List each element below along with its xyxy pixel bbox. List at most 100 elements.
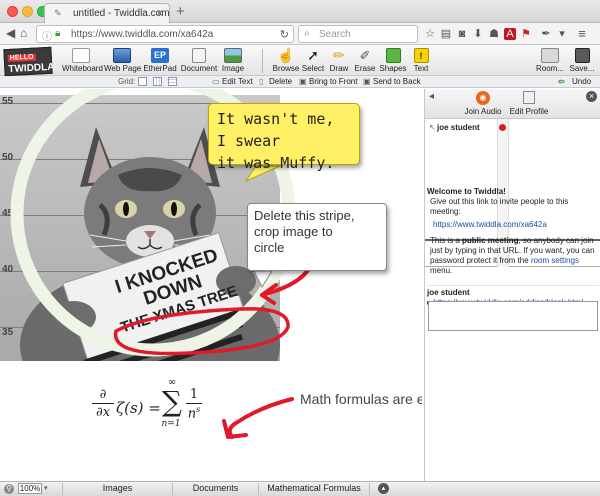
bring-to-front-icon: ▣	[299, 77, 307, 86]
participant-name[interactable]: joe student	[437, 123, 480, 132]
webpage-button[interactable]: Web Page	[104, 48, 141, 75]
grid-label: Grid:	[118, 77, 136, 86]
tab-images[interactable]: Images	[62, 483, 172, 495]
callout1-line: it was Muffy.	[217, 154, 335, 172]
browser-nav-bar: ◀ ⌂ ⓘ 🔒︎ https://www.twiddla.com/xa642a …	[0, 23, 600, 45]
home-icon[interactable]: ⌂	[20, 26, 27, 40]
download-icon[interactable]: ⬇	[472, 28, 484, 40]
tab-math-formulas[interactable]: Mathematical Formulas	[258, 483, 370, 495]
grid-option-lines[interactable]	[153, 77, 162, 86]
zoom-icon[interactable]: ⚲	[4, 484, 14, 494]
undo-button[interactable]: Undo	[572, 77, 591, 86]
addon-icon[interactable]: ⚑	[520, 28, 532, 40]
speech-bubble-white[interactable]: Delete this stripe, crop image to circle	[247, 203, 387, 271]
close-window-button[interactable]	[7, 6, 18, 17]
callout1-line: It wasn't me, I swear	[217, 110, 335, 150]
bring-to-front-button[interactable]: Bring to Front	[309, 77, 357, 86]
text-button[interactable]: ! Text	[408, 48, 434, 75]
logo-hello: HELLO	[7, 53, 36, 63]
callout2-line: circle	[254, 240, 285, 255]
erase-button[interactable]: ✐ Erase	[352, 48, 378, 75]
close-panel-icon[interactable]: ×	[586, 91, 597, 102]
shapes-button[interactable]: Shapes	[378, 48, 408, 75]
zoom-dropdown-icon[interactable]: ▾	[44, 484, 48, 492]
new-tab-button[interactable]: +	[176, 3, 185, 20]
room-settings-link[interactable]: room settings	[531, 256, 579, 265]
whiteboard-icon	[72, 48, 90, 63]
send-to-back-button[interactable]: Send to Back	[373, 77, 421, 86]
webpage-icon	[113, 48, 131, 63]
etherpad-label: EtherPad	[143, 64, 177, 73]
document-icon	[192, 48, 206, 63]
chat-log: Welcome to Twiddla! Give out this link t…	[425, 185, 600, 307]
expand-bottom-panel-icon[interactable]: ▴	[378, 483, 389, 494]
star-icon[interactable]: ☆	[424, 28, 436, 40]
callout2-line: crop image to	[254, 224, 333, 239]
room-button[interactable]: Room...	[534, 48, 566, 75]
callout2-line: Delete this stripe,	[254, 208, 355, 223]
public-meeting-text: This is a public meeting, so anybody can…	[430, 236, 595, 275]
etherpad-icon: EP	[151, 48, 169, 63]
lock-icon: 🔒︎	[55, 28, 61, 39]
text-icon: !	[413, 48, 429, 63]
audio-icon: ◉	[476, 91, 490, 105]
toolbar-divider	[262, 49, 263, 73]
browser-tab[interactable]: ✎ untitled - Twiddla.com ×	[44, 3, 170, 23]
tab-documents[interactable]: Documents	[172, 483, 258, 495]
reload-icon[interactable]: ↻	[280, 28, 289, 41]
edit-profile-label: Edit Profile	[509, 107, 549, 116]
browse-button[interactable]: ☝ Browse	[270, 48, 302, 75]
save-button[interactable]: Save...	[566, 48, 598, 75]
whiteboard-canvas[interactable]: 55 50 45 40 35 I KNOCKED DOWN THE XMAS T…	[0, 89, 422, 481]
info-icon[interactable]: ⓘ	[42, 28, 52, 43]
edit-toolbar: Grid: ▭ Edit Text ▯ Delete ▣ Bring to Fr…	[0, 76, 600, 88]
hamburger-menu-icon[interactable]: ≡	[576, 27, 588, 40]
grid-option-none[interactable]	[138, 77, 147, 86]
search-placeholder: Search	[319, 29, 351, 40]
undo-icon: ⇦	[558, 77, 565, 86]
chat-input[interactable]	[428, 301, 598, 331]
chat-username: joe student	[427, 285, 599, 298]
image-button[interactable]: Image	[218, 48, 248, 75]
eraser-icon: ✐	[359, 48, 371, 63]
join-audio-label: Join Audio	[464, 107, 502, 116]
invite-link[interactable]: https://www.twiddla.com/xa642a	[427, 220, 599, 230]
close-tab-icon[interactable]: ×	[156, 6, 163, 20]
delete-button[interactable]: Delete	[269, 77, 292, 86]
math-note-text[interactable]: Math formulas are easy to add	[300, 391, 422, 407]
pocket-icon[interactable]: ◙	[456, 28, 468, 40]
hand-icon: ☝	[277, 47, 295, 63]
math-formula[interactable]: ∂ ∂x ζ(s) = ∞ ∑ n=1 1 ns	[92, 377, 212, 441]
whiteboard-label: Whiteboard	[62, 64, 103, 73]
image-icon	[224, 48, 242, 63]
back-button[interactable]: ◀	[6, 26, 15, 40]
minimize-window-button[interactable]	[22, 6, 33, 17]
search-input[interactable]: ⌕ Search	[298, 25, 418, 43]
document-button[interactable]: Document	[180, 48, 218, 75]
formula-numerator: 1	[189, 387, 199, 402]
save-label: Save...	[569, 64, 595, 73]
whiteboard-button[interactable]: Whiteboard	[62, 48, 103, 75]
twiddla-toolbar: HELLO TWIDDLA Whiteboard Web Page EP Eth…	[0, 45, 600, 77]
edit-text-button[interactable]: Edit Text	[222, 77, 253, 86]
menu-arrow-icon[interactable]: ▾	[556, 28, 568, 40]
speech-bubble-yellow[interactable]: It wasn't me, I swear it was Muffy.	[208, 103, 360, 172]
draw-button[interactable]: ✏ Draw	[327, 48, 351, 75]
status-dot-icon	[499, 124, 506, 131]
panel-header: ◂ ◉ Join Audio Edit Profile ×	[425, 89, 600, 119]
dropper-icon[interactable]: ✒	[540, 28, 552, 40]
zoom-level-select[interactable]: 100%	[18, 483, 42, 494]
acrobat-icon[interactable]: A	[504, 28, 516, 40]
edit-text-icon: ▭	[212, 77, 220, 86]
user-pointer-icon: ↖	[429, 123, 436, 132]
address-bar[interactable]: ⓘ 🔒︎ https://www.twiddla.com/xa642a ↻	[36, 25, 294, 43]
welcome-title: Welcome to Twiddla!	[427, 187, 506, 196]
profile-icon	[523, 91, 535, 104]
grid-option-grid[interactable]	[168, 77, 177, 86]
extension-icon[interactable]: ☗	[488, 28, 500, 40]
image-label: Image	[221, 64, 245, 73]
reading-list-icon[interactable]: ▤	[440, 28, 452, 40]
select-button[interactable]: ➚ Select	[300, 48, 326, 75]
collapse-panel-icon[interactable]: ◂	[429, 91, 434, 102]
etherpad-button[interactable]: EP EtherPad	[141, 48, 179, 75]
